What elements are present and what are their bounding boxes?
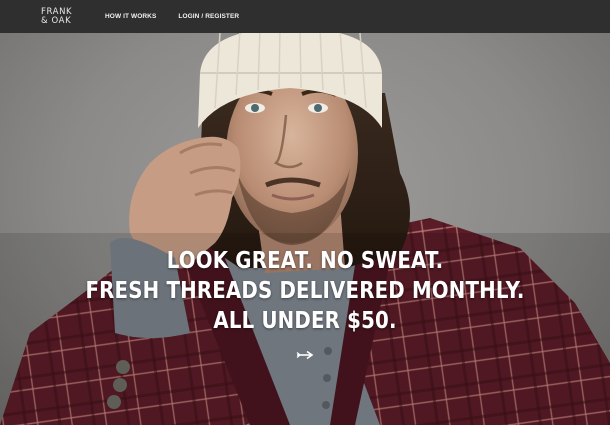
nav-how-it-works-link[interactable]: HOW IT WORKS [105,13,156,20]
hero-banner: LOOK GREAT. NO SWEAT. FRESH THREADS DELI… [0,33,610,425]
headline-line-2: FRESH THREADS DELIVERED MONTHLY. [85,278,525,304]
headline-line-1: LOOK GREAT. NO SWEAT. [166,248,444,274]
headline-line-3: ALL UNDER $50. [213,308,397,334]
hero-model-photo [0,33,610,425]
arrow-right-icon[interactable] [296,350,314,360]
hero-headline: LOOK GREAT. NO SWEAT. FRESH THREADS DELI… [43,246,568,336]
nav-login-register-link[interactable]: LOGIN / REGISTER [178,13,239,20]
top-navigation-bar: FRANK & OAK HOW IT WORKS LOGIN / REGISTE… [0,0,610,33]
frank-and-oak-logo[interactable]: FRANK & OAK [41,7,105,26]
logo-line-2: & OAK [41,15,72,26]
main-nav: HOW IT WORKS LOGIN / REGISTER [105,13,239,20]
